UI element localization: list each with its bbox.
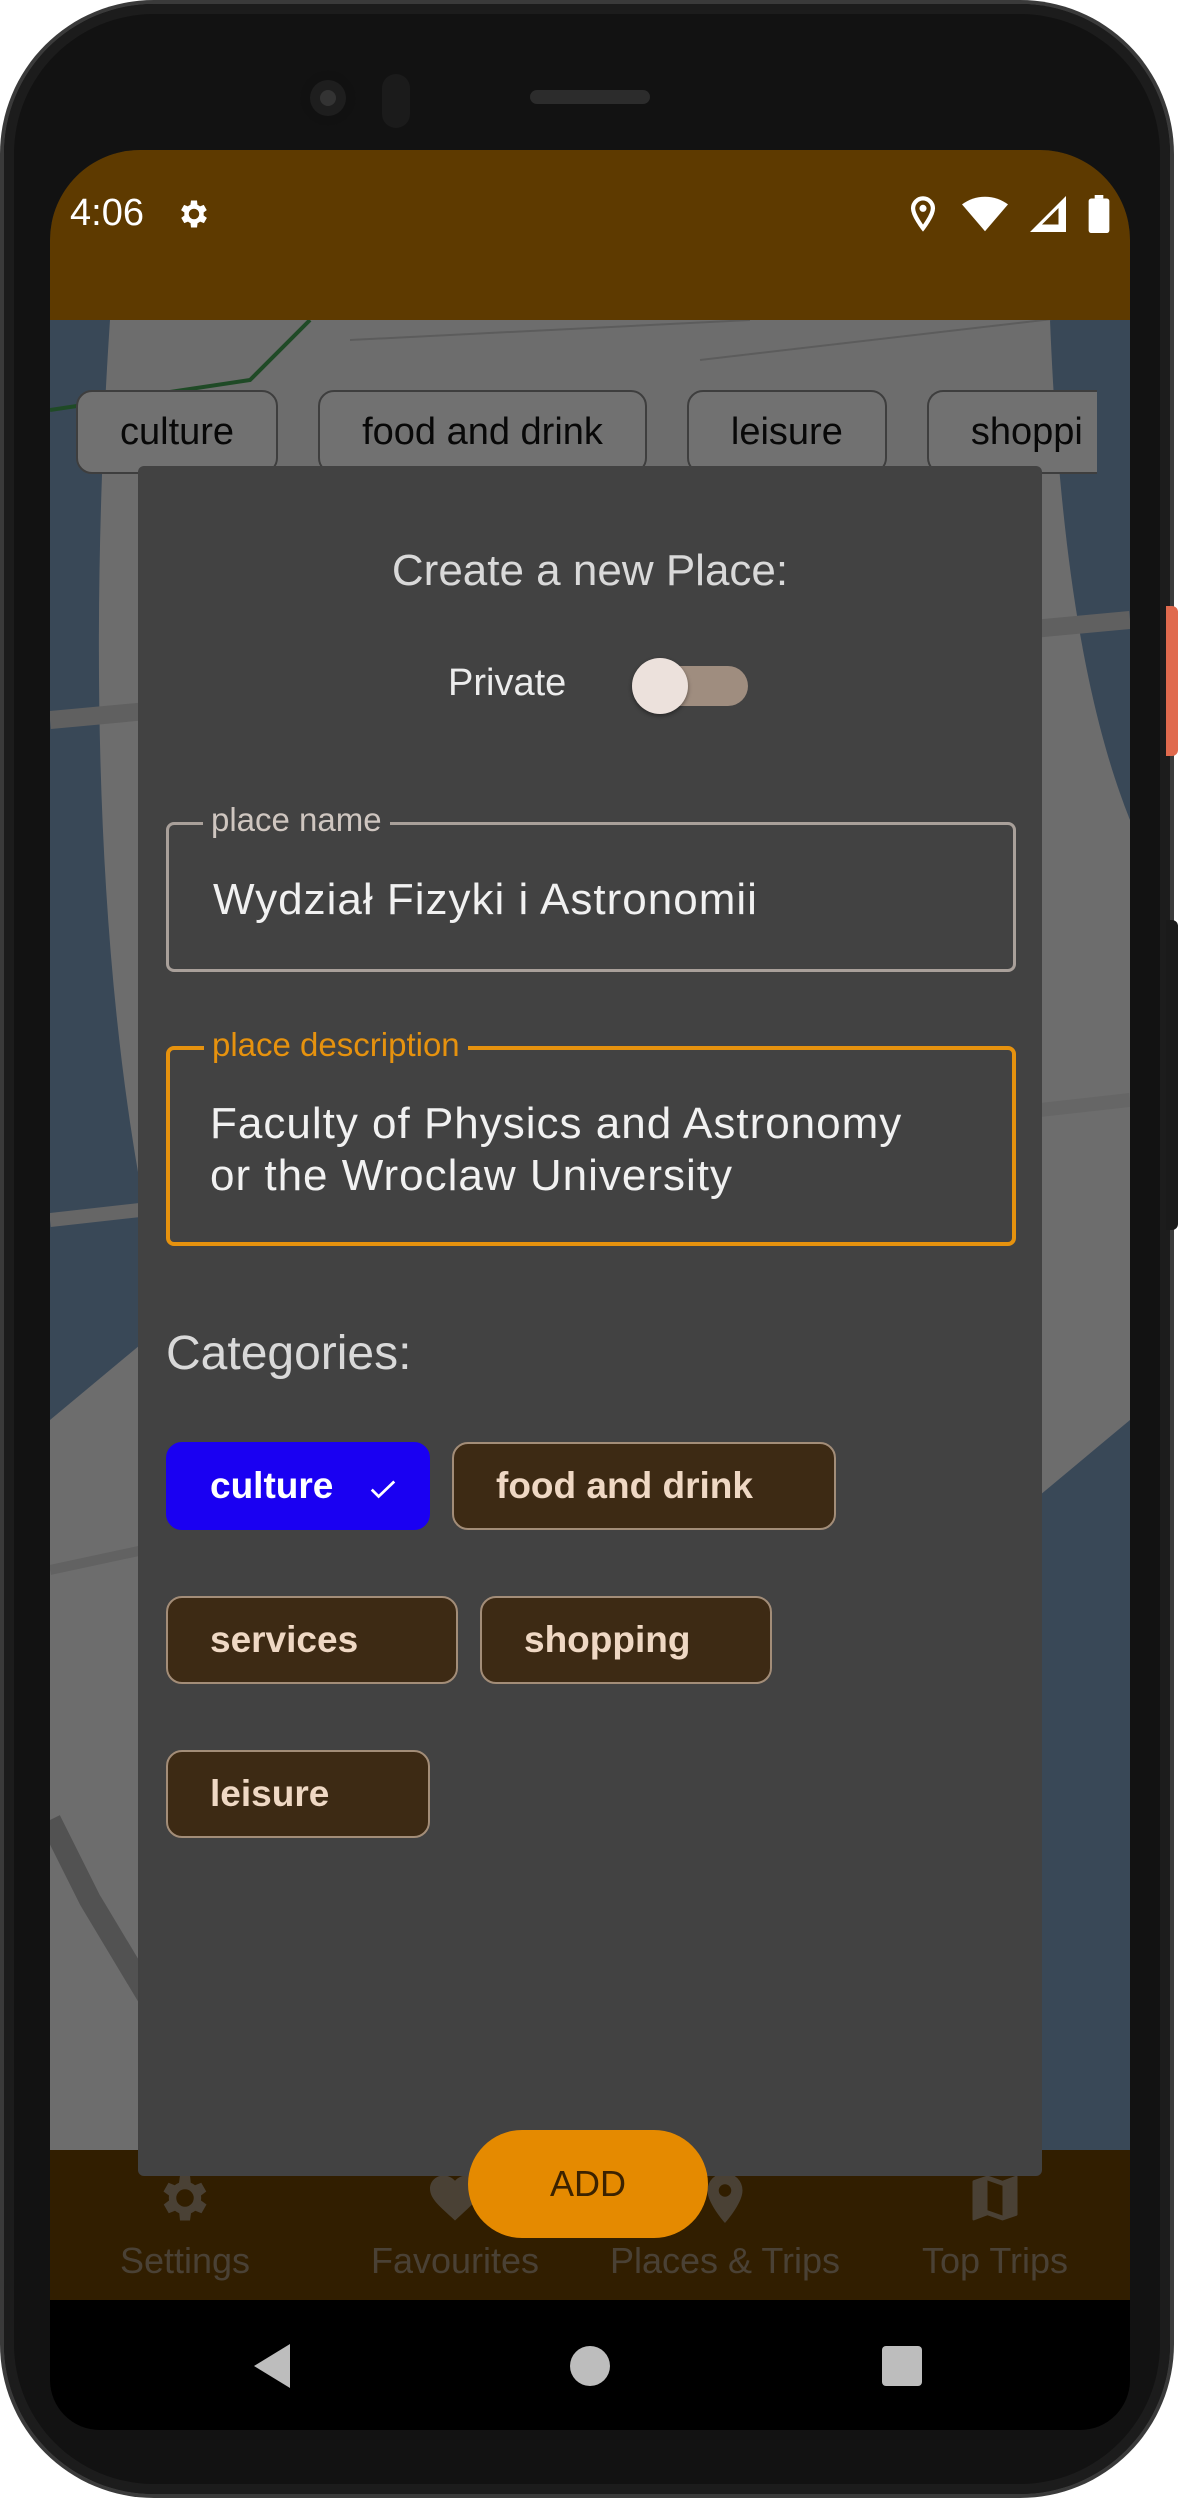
- dialog-title: Create a new Place:: [391, 546, 789, 595]
- power-button: [1166, 606, 1178, 756]
- check-icon: [370, 1480, 396, 1499]
- place-description-field[interactable]: place description Faculty of Physics and…: [166, 1026, 1016, 1246]
- category-chip-leisure[interactable]: leisure: [166, 1750, 430, 1838]
- place-description-line-1: Faculty of Physics and Astronomy: [210, 1099, 903, 1148]
- screen: culture food and drink leisure shoppi Se…: [50, 150, 1130, 2430]
- place-name-field[interactable]: place name Wydział Fizyki i Astronomii: [166, 801, 1016, 972]
- category-chip-shopping[interactable]: shopping: [480, 1596, 772, 1684]
- home-icon[interactable]: [570, 2346, 610, 2386]
- private-switch[interactable]: [632, 658, 688, 714]
- category-chip-culture[interactable]: culture: [166, 1442, 430, 1530]
- earpiece-speaker: [530, 90, 650, 104]
- place-description-label: place description: [204, 1026, 468, 1064]
- category-chip-label: food and drink: [496, 1465, 753, 1506]
- categories-title: Categories:: [166, 1327, 412, 1380]
- create-place-dialog: Create a new Place: Private place name W…: [138, 466, 1042, 2238]
- location-icon: [910, 196, 936, 232]
- place-description-line-2: or the Wroclaw University: [210, 1151, 733, 1200]
- signal-icon: [1030, 196, 1066, 232]
- system-navigation-bar: [50, 2300, 1130, 2430]
- category-chip-services[interactable]: services: [166, 1596, 458, 1684]
- category-chip-food-and-drink[interactable]: food and drink: [452, 1442, 836, 1530]
- wifi-icon: [962, 196, 1008, 232]
- place-description-input[interactable]: Faculty of Physics and Astronomy or the …: [210, 1098, 902, 1202]
- volume-button: [1166, 920, 1178, 1230]
- private-label: Private: [448, 662, 567, 704]
- gear-icon: [181, 200, 207, 228]
- proximity-sensor: [382, 74, 410, 128]
- place-name-input[interactable]: Wydział Fizyki i Astronomii: [213, 875, 758, 925]
- recents-icon[interactable]: [882, 2346, 922, 2386]
- phone-frame: culture food and drink leisure shoppi Se…: [4, 4, 1170, 2494]
- status-time: 4:06: [70, 192, 144, 234]
- category-chip-label: culture: [210, 1465, 334, 1506]
- place-name-label: place name: [203, 801, 390, 839]
- back-icon[interactable]: [254, 2344, 290, 2388]
- add-button[interactable]: ADD: [468, 2130, 708, 2238]
- category-chip-label: leisure: [210, 1773, 330, 1814]
- battery-icon: [1088, 195, 1110, 233]
- status-bar: 4:06: [50, 150, 1130, 320]
- front-camera: [300, 70, 356, 126]
- category-chip-label: shopping: [524, 1619, 691, 1660]
- status-icons: [906, 194, 1110, 234]
- category-chip-label: services: [210, 1619, 359, 1660]
